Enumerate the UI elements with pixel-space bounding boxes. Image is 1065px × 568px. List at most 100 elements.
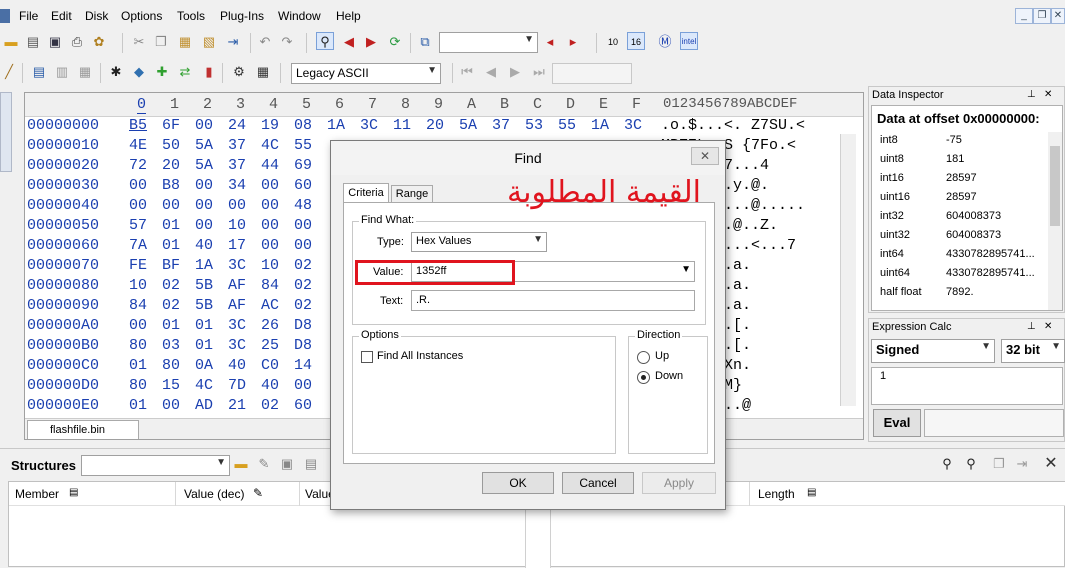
find-icon[interactable]: ⚲ <box>316 32 334 50</box>
pin-icon[interactable]: ⊥ <box>1027 321 1036 332</box>
structures-select[interactable]: ▼ <box>81 455 230 476</box>
open-folder-icon[interactable]: ▬ <box>2 33 20 51</box>
hex-byte[interactable]: 19 <box>261 117 279 134</box>
intel-icon[interactable]: intel <box>680 32 698 50</box>
hex-byte[interactable]: 84 <box>129 297 147 314</box>
hex-byte[interactable]: 57 <box>129 217 147 234</box>
hex-byte[interactable]: 01 <box>162 217 180 234</box>
edit-structure-icon[interactable]: ✎ <box>255 455 273 473</box>
data-inspector-row[interactable]: uint16 28597 <box>880 191 1050 210</box>
hex-byte[interactable]: B5 <box>129 117 147 134</box>
menu-options[interactable]: Options <box>121 9 162 23</box>
checksum-icon[interactable]: ✚ <box>153 63 171 81</box>
hex-byte[interactable]: 55 <box>558 117 576 134</box>
settings-gear-icon[interactable]: ⚙ <box>230 63 248 81</box>
hex-byte[interactable]: 5A <box>459 117 477 134</box>
wand-icon[interactable]: ╱ <box>0 63 18 81</box>
base16-icon[interactable]: 16 <box>627 32 645 50</box>
compare-icon[interactable]: ⇄ <box>176 63 194 81</box>
motorola-icon[interactable]: Ⓜ <box>656 33 674 51</box>
copy-hex-icon[interactable]: ▥ <box>53 63 71 81</box>
encoding-select[interactable]: Legacy ASCII ▼ <box>291 63 441 84</box>
hex-byte[interactable]: 00 <box>129 317 147 334</box>
hex-byte[interactable]: 00 <box>261 217 279 234</box>
hex-byte[interactable]: 02 <box>294 277 312 294</box>
hex-byte[interactable]: D8 <box>294 337 312 354</box>
hex-byte[interactable]: 10 <box>228 217 246 234</box>
hex-byte[interactable]: 34 <box>228 177 246 194</box>
hex-byte[interactable]: 80 <box>129 377 147 394</box>
close-icon[interactable]: ✕ <box>1051 8 1065 24</box>
sort-icon[interactable]: ▤ <box>69 487 78 498</box>
hex-byte[interactable]: 10 <box>261 257 279 274</box>
hex-byte[interactable]: 50 <box>162 137 180 154</box>
menu-plugins[interactable]: Plug-Ins <box>220 9 264 23</box>
goto-back-icon[interactable]: ◂ <box>541 33 559 51</box>
hex-byte[interactable]: 25 <box>261 337 279 354</box>
select-block-icon[interactable]: ▤ <box>30 63 48 81</box>
hex-byte[interactable]: 5A <box>195 137 213 154</box>
copy-icon[interactable]: ❐ <box>152 33 170 51</box>
structure-close-icon[interactable]: ✕ <box>1042 455 1060 473</box>
hex-byte[interactable]: 53 <box>525 117 543 134</box>
hex-byte[interactable]: 02 <box>261 397 279 414</box>
record-next-icon[interactable]: ▶ <box>506 63 524 81</box>
col-value-dec[interactable]: Value (dec) <box>184 487 244 501</box>
hex-byte[interactable]: 3C <box>360 117 378 134</box>
hex-byte[interactable]: 17 <box>228 237 246 254</box>
hex-vertical-scrollbar[interactable] <box>840 134 856 406</box>
hex-byte[interactable]: 4C <box>261 137 279 154</box>
hex-byte[interactable]: 72 <box>129 157 147 174</box>
down-label[interactable]: Down <box>655 370 683 382</box>
hex-byte[interactable]: D8 <box>294 317 312 334</box>
cut-icon[interactable]: ✂ <box>130 33 148 51</box>
hex-byte[interactable]: 00 <box>162 397 180 414</box>
hex-byte[interactable]: AF <box>228 277 246 294</box>
menu-tools[interactable]: Tools <box>177 9 205 23</box>
hex-byte[interactable]: 0A <box>195 357 213 374</box>
hex-byte[interactable]: AF <box>228 297 246 314</box>
statistics-icon[interactable]: ▮ <box>200 63 218 81</box>
dialog-close-icon[interactable]: ✕ <box>691 147 719 165</box>
hex-byte[interactable]: 3C <box>228 257 246 274</box>
data-inspector-row[interactable]: int64 4330782895741... <box>880 248 1050 267</box>
hex-byte[interactable]: 40 <box>195 237 213 254</box>
sort-icon[interactable]: ▤ <box>807 487 816 498</box>
hex-byte[interactable]: 00 <box>129 177 147 194</box>
hex-byte[interactable]: 02 <box>162 297 180 314</box>
data-inspector-scrollbar[interactable] <box>1048 132 1062 310</box>
base10-icon[interactable]: 10 <box>604 33 622 51</box>
tools-icon[interactable]: ✿ <box>90 33 108 51</box>
hex-byte[interactable]: 20 <box>162 157 180 174</box>
hex-byte[interactable]: 01 <box>195 337 213 354</box>
data-inspector-row[interactable]: int8 -75 <box>880 134 1050 153</box>
data-inspector-row[interactable]: uint8 181 <box>880 153 1050 172</box>
hex-byte[interactable]: 1A <box>591 117 609 134</box>
hex-byte[interactable]: 40 <box>228 357 246 374</box>
hex-byte[interactable]: 5A <box>195 157 213 174</box>
hex-byte[interactable]: 6F <box>162 117 180 134</box>
paste-special-icon[interactable]: ▧ <box>200 33 218 51</box>
data-visualizer-tab[interactable] <box>0 92 12 172</box>
hex-byte[interactable]: 26 <box>261 317 279 334</box>
hex-byte[interactable]: 37 <box>228 137 246 154</box>
structure-find-icon[interactable]: ⚲ <box>938 455 956 473</box>
record-first-icon[interactable]: ⏮ <box>458 63 476 81</box>
cancel-button[interactable]: Cancel <box>562 472 634 494</box>
structure-view-icon[interactable]: ▤ <box>302 455 320 473</box>
print-icon[interactable]: ⎙ <box>68 33 86 51</box>
hex-byte[interactable]: 55 <box>294 137 312 154</box>
hex-byte[interactable]: 00 <box>228 197 246 214</box>
hex-byte[interactable]: 00 <box>195 217 213 234</box>
hex-byte[interactable]: 40 <box>261 377 279 394</box>
hex-byte[interactable]: 11 <box>393 117 411 134</box>
hex-byte[interactable]: 7A <box>129 237 147 254</box>
up-radio[interactable] <box>637 351 650 364</box>
hex-byte[interactable]: 00 <box>195 117 213 134</box>
col-member[interactable]: Member <box>15 487 59 501</box>
hex-byte[interactable]: 60 <box>294 397 312 414</box>
record-combo[interactable] <box>552 63 632 84</box>
col-length[interactable]: Length <box>758 487 795 501</box>
redo-icon[interactable]: ↷ <box>278 33 296 51</box>
expression-input[interactable]: 1 <box>871 367 1063 405</box>
